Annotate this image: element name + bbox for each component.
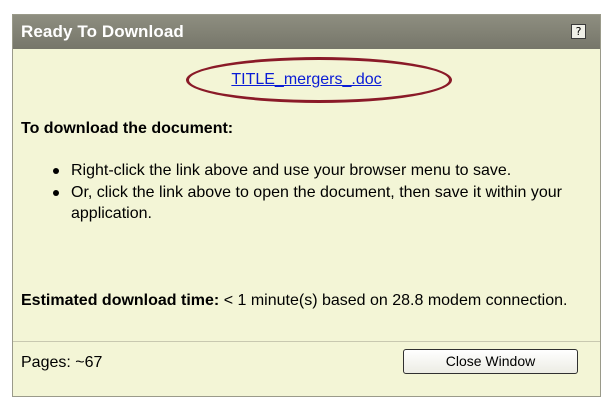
list-item: Right-click the link above and use your … xyxy=(53,160,591,181)
dialog-title: Ready To Download xyxy=(21,22,184,41)
footer-divider xyxy=(13,341,600,342)
bullet-icon xyxy=(53,190,59,196)
close-window-button[interactable]: Close Window xyxy=(403,349,578,374)
help-button[interactable]: ? xyxy=(571,24,586,39)
list-item: Or, click the link above to open the doc… xyxy=(53,182,591,224)
estimate-label: Estimated download time: xyxy=(21,292,220,309)
file-download-link[interactable]: TITLE_mergers_.doc xyxy=(231,71,381,88)
dialog-titlebar: Ready To Download ? xyxy=(13,15,600,49)
instructions-heading: To download the document: xyxy=(21,120,234,137)
file-link-container: TITLE_mergers_.doc xyxy=(13,71,600,89)
estimate-value: < 1 minute(s) based on 28.8 modem connec… xyxy=(223,292,568,309)
page-count: Pages: ~67 xyxy=(21,354,103,371)
download-dialog: Ready To Download ? TITLE_mergers_.doc T… xyxy=(12,14,601,397)
instructions-list: Right-click the link above and use your … xyxy=(53,160,591,225)
instruction-text: Or, click the link above to open the doc… xyxy=(71,184,562,222)
download-estimate: Estimated download time: < 1 minute(s) b… xyxy=(21,290,591,311)
bullet-icon xyxy=(53,168,59,174)
instruction-text: Right-click the link above and use your … xyxy=(71,162,512,179)
